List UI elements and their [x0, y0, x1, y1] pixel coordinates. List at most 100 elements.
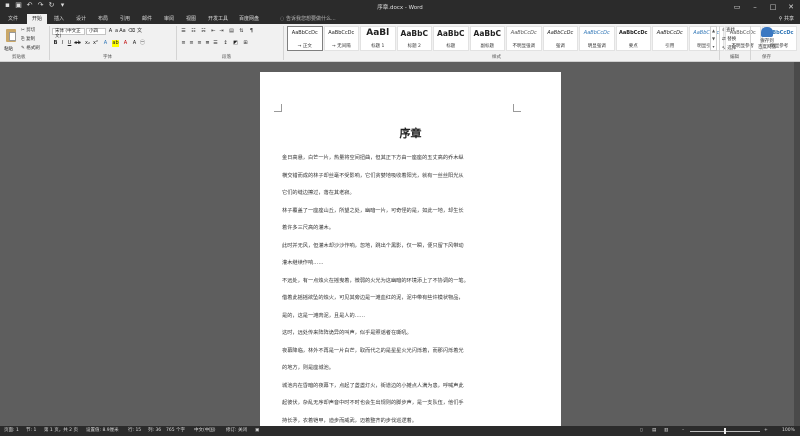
window-title: 序章.docx - Word: [377, 5, 423, 11]
ribbon-tabs: 文件 开始 插入 设计 布局 引用 邮件 审阅 视图 开发工具 百度网盘 ◌ 告…: [0, 13, 800, 24]
document-page[interactable]: 序章 金日高悬，白芒一片，热量将空间扭曲，但其正下方由一座座的五丈高的乔木纵 横交…: [260, 72, 561, 426]
read-mode-icon[interactable]: ▯: [640, 426, 642, 436]
tab-developer[interactable]: 开发工具: [203, 14, 233, 24]
status-page-of[interactable]: 第 1 页，共 2 页: [44, 426, 78, 436]
status-track-changes[interactable]: 修订: 关闭: [226, 426, 247, 436]
style-title[interactable]: AaBbC 标题: [433, 26, 469, 51]
italic-icon[interactable]: I: [59, 40, 66, 47]
cut-button[interactable]: ✂ 剪切: [21, 27, 35, 33]
style-subtle-emphasis[interactable]: AaBbCcDc 不明显强调: [506, 26, 542, 51]
change-case-icon[interactable]: Aa: [119, 28, 126, 35]
print-layout-icon[interactable]: ▤: [652, 426, 656, 436]
show-marks-icon[interactable]: ¶: [248, 28, 255, 35]
minimize-icon[interactable]: –: [746, 0, 764, 13]
highlight-color-icon[interactable]: ab: [112, 40, 119, 47]
distributed-icon[interactable]: ☰: [212, 40, 219, 47]
find-button[interactable]: ⌕ 查找: [722, 27, 735, 33]
shading-icon[interactable]: ◩: [232, 40, 239, 47]
ribbon-display-icon[interactable]: ▭: [728, 0, 746, 13]
bullets-icon[interactable]: ☰: [180, 28, 187, 35]
tab-file[interactable]: 文件: [3, 14, 23, 24]
increase-indent-icon[interactable]: ⇥: [218, 28, 225, 35]
bold-icon[interactable]: B: [52, 40, 59, 47]
style-no-spacing[interactable]: AaBbCcDc → 无间隔: [323, 26, 359, 51]
status-position[interactable]: 设置值: 8.9厘米: [86, 426, 119, 436]
tab-references[interactable]: 引用: [115, 14, 135, 24]
chevron-up-icon[interactable]: ▲: [711, 27, 716, 35]
line-spacing-icon[interactable]: ↕: [222, 40, 229, 47]
style-intense-emphasis[interactable]: AaBbCcDc 明显强调: [579, 26, 615, 51]
style-strong[interactable]: AaBbCcDc 要点: [615, 26, 651, 51]
clipboard-group-label: 剪贴板: [12, 55, 26, 60]
find-label: 查找: [725, 28, 735, 33]
phonetic-guide-icon[interactable]: 文: [136, 28, 143, 35]
align-left-icon[interactable]: ≡: [180, 40, 187, 47]
status-section[interactable]: 节: 1: [26, 426, 36, 436]
style-heading-1[interactable]: AaBl 标题 1: [360, 26, 396, 51]
styles-scroll[interactable]: ▲ ▼ ▾: [710, 26, 717, 51]
justify-icon[interactable]: ≣: [204, 40, 211, 47]
multilevel-list-icon[interactable]: ☵: [200, 28, 207, 35]
status-word-count[interactable]: 765 个字: [166, 426, 185, 436]
tab-home[interactable]: 开始: [27, 14, 48, 24]
character-shading-icon[interactable]: A: [131, 40, 138, 47]
tab-baidu-netdisk[interactable]: 百度网盘: [234, 14, 264, 24]
copy-button[interactable]: ⎘ 复制: [21, 36, 35, 42]
borders-icon[interactable]: ⊞: [242, 40, 249, 47]
status-page[interactable]: 页面: 1: [4, 426, 19, 436]
status-language[interactable]: 中文(中国): [194, 426, 216, 436]
save-to-baidu-button[interactable]: 保存到 百度网盘: [754, 27, 780, 51]
style-heading-2[interactable]: AaBbC 标题 2: [396, 26, 432, 51]
sort-icon[interactable]: ⇅: [238, 28, 245, 35]
strikethrough-icon[interactable]: ab: [74, 40, 81, 47]
format-painter-button[interactable]: ✎ 格式刷: [21, 45, 40, 51]
tab-design[interactable]: 设计: [71, 14, 91, 24]
paragraph-line: 它们的缝边擦过，落在其老寂。: [282, 190, 355, 196]
enclose-characters-icon[interactable]: ㊀: [139, 40, 146, 47]
macro-record-icon[interactable]: ▣: [255, 426, 259, 436]
tab-view[interactable]: 视图: [181, 14, 201, 24]
superscript-icon[interactable]: x²: [92, 40, 99, 47]
zoom-slider-thumb[interactable]: [724, 428, 726, 434]
text-effects-icon[interactable]: A: [102, 40, 109, 47]
chevron-down-icon[interactable]: ▼: [711, 35, 716, 43]
align-right-icon[interactable]: ≡: [196, 40, 203, 47]
underline-icon[interactable]: U: [66, 40, 73, 47]
zoom-in-icon[interactable]: +: [764, 426, 768, 436]
style-sample: AaBbCcDc: [547, 30, 574, 36]
status-col[interactable]: 列: 36: [148, 426, 161, 436]
more-icon[interactable]: ▾: [711, 43, 716, 51]
style-subtitle[interactable]: AaBbC 副标题: [469, 26, 505, 51]
paragraph-group-label: 段落: [222, 55, 231, 60]
font-name-select[interactable]: 宋体 (中文正文): [52, 28, 85, 39]
share-button[interactable]: ⚲ 共享: [779, 15, 794, 23]
select-button[interactable]: ↖ 选择: [722, 45, 736, 51]
align-center-icon[interactable]: ≡: [188, 40, 195, 47]
style-emphasis[interactable]: AaBbCcDc 强调: [542, 26, 578, 51]
tab-layout[interactable]: 布局: [93, 14, 113, 24]
zoom-level[interactable]: 100%: [782, 426, 795, 436]
numbering-icon[interactable]: ☷: [190, 28, 197, 35]
style-quote[interactable]: AaBbCcDc 引用: [652, 26, 688, 51]
replace-button[interactable]: ⇄ 替换: [722, 36, 736, 42]
tab-insert[interactable]: 插入: [49, 14, 69, 24]
tab-review[interactable]: 审阅: [159, 14, 179, 24]
status-row[interactable]: 行: 15: [128, 426, 141, 436]
style-normal[interactable]: AaBbCcDc → 正文: [287, 26, 323, 51]
clear-formatting-icon[interactable]: ⌫: [128, 28, 135, 35]
zoom-out-icon[interactable]: –: [682, 426, 684, 436]
subscript-icon[interactable]: x₂: [84, 40, 91, 47]
style-sample: AaBbC: [400, 29, 428, 38]
close-icon[interactable]: ✕: [782, 0, 800, 13]
decrease-indent-icon[interactable]: ⇤: [210, 28, 217, 35]
web-layout-icon[interactable]: ▥: [664, 426, 668, 436]
paste-icon[interactable]: [4, 27, 18, 45]
maximize-icon[interactable]: □: [764, 0, 782, 13]
font-color-icon[interactable]: A: [122, 40, 129, 47]
tab-mailings[interactable]: 邮件: [137, 14, 157, 24]
chinese-layout-icon[interactable]: ▤: [228, 28, 235, 35]
paste-button-label[interactable]: 粘贴: [4, 46, 13, 52]
tell-me-search[interactable]: ◌ 告诉我您想要做什么...: [280, 15, 336, 23]
font-size-select[interactable]: 小四: [86, 28, 106, 35]
vertical-scrollbar[interactable]: [794, 62, 800, 426]
